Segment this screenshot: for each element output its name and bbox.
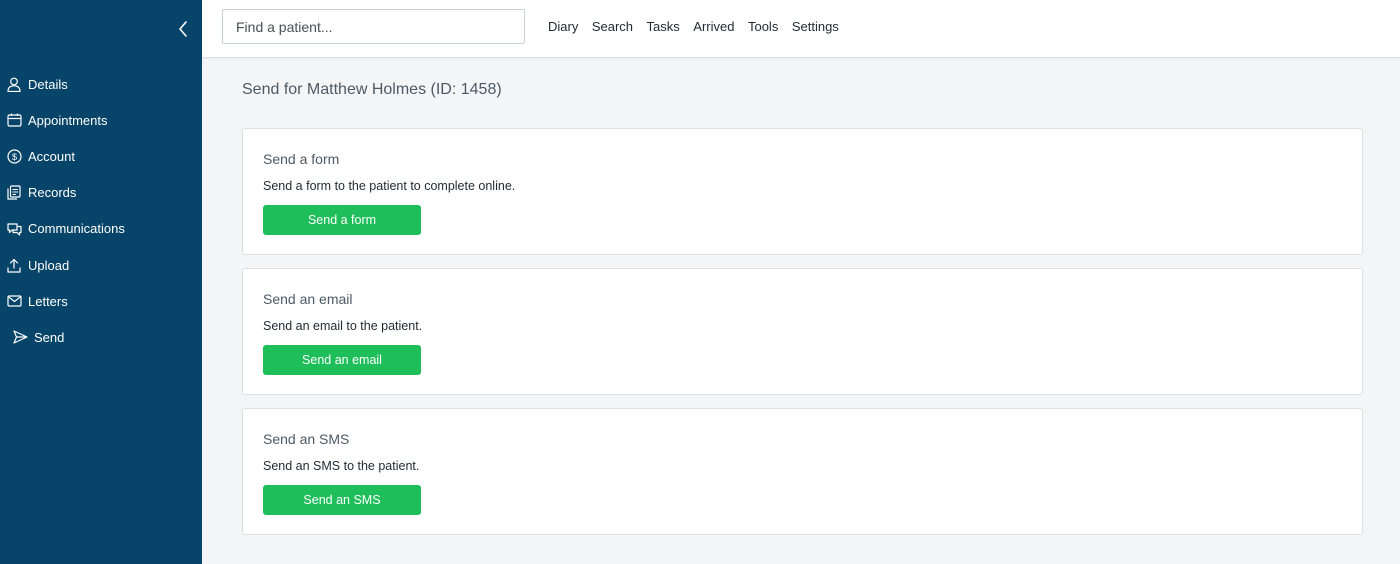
card-description: Send an email to the patient. [263,319,423,333]
sidebar-item-send[interactable]: Send [0,319,202,355]
chat-icon [6,221,22,237]
send-sms-button[interactable]: Send an SMS [263,485,421,515]
user-icon [6,76,22,92]
sidebar-item-records[interactable]: Records [0,175,202,211]
card-title: Send an SMS [263,431,350,447]
top-bar: Diary Search Tasks Arrived Tools Setting… [202,0,1400,58]
sidebar-item-label: Account [28,148,75,164]
svg-text:$: $ [11,152,16,162]
sidebar-item-label: Letters [28,293,68,309]
sidebar-item-details[interactable]: Details [0,66,202,102]
card-title: Send a form [263,151,340,167]
sidebar-item-appointments[interactable]: Appointments [0,102,202,138]
chevron-left-icon [179,21,187,37]
main-content: Send for Matthew Holmes (ID: 1458) Send … [202,58,1400,564]
sidebar-item-label: Communications [28,221,125,237]
sidebar-item-account[interactable]: $ Account [0,138,202,174]
sidebar-item-communications[interactable]: Communications [0,211,202,247]
send-sms-card: Send an SMS Send an SMS to the patient. … [242,408,1363,535]
sidebar-item-upload[interactable]: Upload [0,247,202,283]
sidebar-item-label: Send [34,329,65,345]
upload-icon [6,257,22,273]
card-title: Send an email [263,291,353,307]
nav-tasks[interactable]: Tasks [647,19,680,34]
send-form-card: Send a form Send a form to the patient t… [242,128,1363,255]
top-nav: Diary Search Tasks Arrived Tools Setting… [548,19,852,34]
send-email-card: Send an email Send an email to the patie… [242,268,1363,395]
nav-diary[interactable]: Diary [548,19,578,34]
dollar-icon: $ [6,148,22,164]
card-description: Send an SMS to the patient. [263,459,420,473]
send-icon [12,329,28,345]
sidebar-item-label: Details [28,76,68,92]
sidebar-nav: Details Appointments $ Account Records C… [0,66,202,356]
nav-arrived[interactable]: Arrived [693,19,734,34]
card-description: Send a form to the patient to complete o… [263,179,516,193]
calendar-icon [6,112,22,128]
sidebar-item-label: Upload [28,257,70,273]
envelope-icon [6,293,22,309]
nav-settings[interactable]: Settings [792,19,839,34]
sidebar-item-label: Records [28,185,77,201]
nav-search[interactable]: Search [592,19,633,34]
sidebar-item-label: Appointments [28,112,108,128]
send-email-button[interactable]: Send an email [263,345,421,375]
sidebar: Details Appointments $ Account Records C… [0,0,202,564]
page-title: Send for Matthew Holmes (ID: 1458) [242,81,502,98]
sidebar-item-letters[interactable]: Letters [0,283,202,319]
send-form-button[interactable]: Send a form [263,205,421,235]
records-icon [6,185,22,201]
collapse-sidebar-button[interactable] [172,18,194,40]
search-patient-input[interactable] [222,9,525,44]
nav-tools[interactable]: Tools [748,19,778,34]
